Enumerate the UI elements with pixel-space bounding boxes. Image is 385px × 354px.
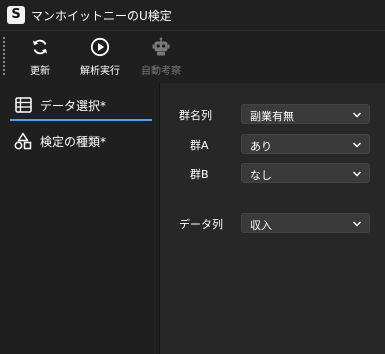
sidebar-item-label: 検定の種類* bbox=[40, 134, 107, 149]
group-column-label: 群名列 bbox=[179, 109, 212, 122]
title-bar: S マンホイットニーのU検定 bbox=[0, 0, 385, 30]
run-analysis-button[interactable]: 解析実行 bbox=[75, 35, 125, 79]
group-a-row: 群A あり bbox=[160, 134, 385, 154]
data-column-row: データ列 収入 bbox=[160, 213, 385, 233]
robot-icon bbox=[149, 35, 173, 59]
auto-discussion-button[interactable]: 自動考察 bbox=[136, 35, 186, 79]
window-title: マンホイットニーのU検定 bbox=[31, 9, 172, 23]
chevron-down-icon bbox=[353, 112, 361, 118]
group-a-label: 群A bbox=[190, 139, 209, 152]
shapes-icon bbox=[14, 132, 32, 150]
group-b-row: 群B なし bbox=[160, 163, 385, 183]
refresh-icon bbox=[28, 35, 52, 59]
play-circle-icon bbox=[88, 35, 112, 59]
data-column-value: 収入 bbox=[250, 219, 272, 232]
sidebar: データ選択* 検定の種類* bbox=[0, 83, 160, 354]
settings-panel: 群名列 副業有無 群A あり 群B なし データ列 収入 bbox=[160, 83, 385, 354]
sidebar-item-label: データ選択* bbox=[40, 98, 107, 113]
sidebar-item-data-selection[interactable]: データ選択* bbox=[10, 91, 152, 121]
refresh-label: 更新 bbox=[30, 66, 50, 77]
auto-discussion-label: 自動考察 bbox=[141, 66, 181, 77]
table-icon bbox=[14, 96, 32, 114]
chevron-down-icon bbox=[353, 221, 361, 227]
group-b-select[interactable]: なし bbox=[241, 163, 370, 183]
group-a-select[interactable]: あり bbox=[241, 134, 370, 154]
toolbar: 更新 解析実行 自動考察 bbox=[0, 30, 385, 83]
chevron-down-icon bbox=[353, 171, 361, 177]
data-column-select[interactable]: 収入 bbox=[241, 213, 370, 233]
chevron-down-icon bbox=[353, 142, 361, 148]
group-column-select[interactable]: 副業有無 bbox=[241, 104, 370, 124]
app-logo-icon: S bbox=[7, 6, 25, 24]
group-b-value: なし bbox=[250, 169, 272, 182]
group-b-label: 群B bbox=[190, 168, 209, 181]
run-analysis-label: 解析実行 bbox=[80, 66, 120, 77]
group-column-row: 群名列 副業有無 bbox=[160, 104, 385, 124]
data-column-label: データ列 bbox=[179, 218, 223, 231]
sidebar-item-test-type[interactable]: 検定の種類* bbox=[10, 127, 152, 155]
group-column-value: 副業有無 bbox=[250, 110, 294, 123]
app-window: S マンホイットニーのU検定 更新 解析実行 自動考察 データ選択* 検定の種類… bbox=[0, 0, 385, 354]
group-a-value: あり bbox=[250, 140, 272, 153]
refresh-button[interactable]: 更新 bbox=[24, 35, 56, 79]
toolbar-grip-handle[interactable] bbox=[3, 37, 5, 77]
